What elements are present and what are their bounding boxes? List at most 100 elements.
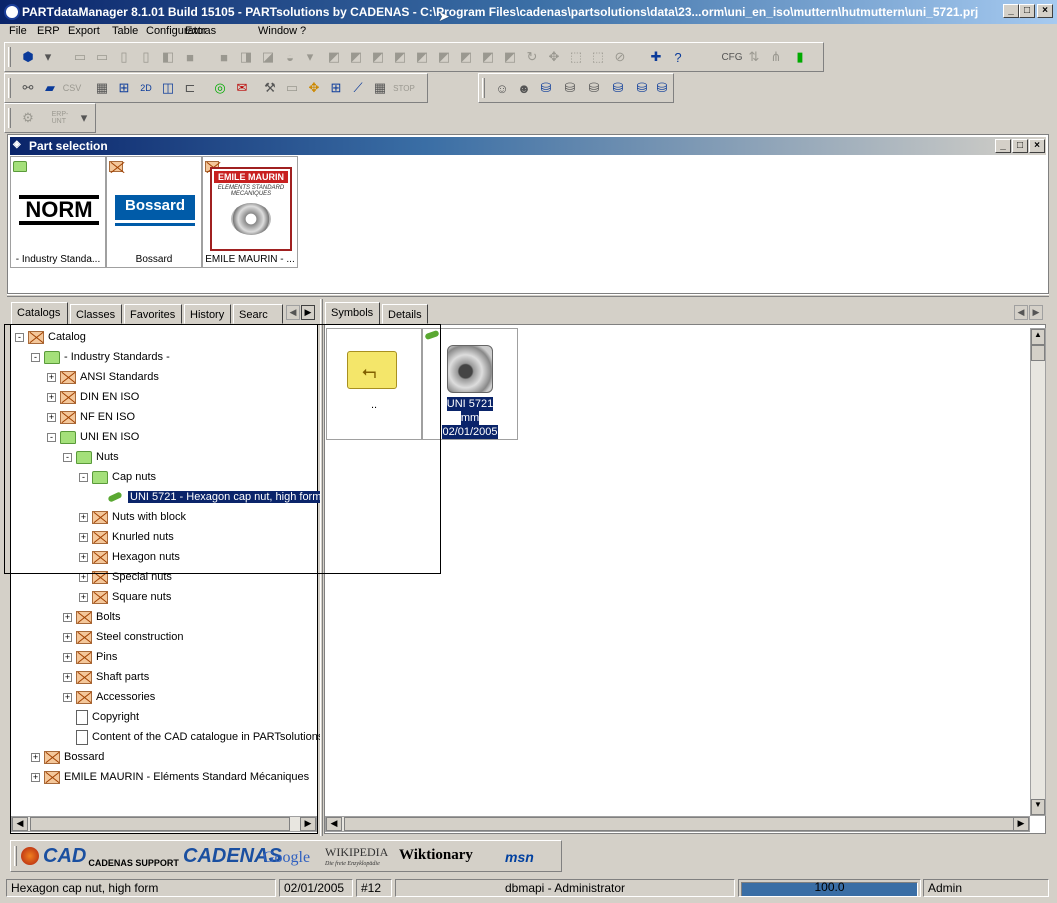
tab-history[interactable]: History [184,304,231,324]
tree-item[interactable]: + Bolts [63,607,120,627]
tree-item[interactable]: - Catalog [15,327,86,347]
view-top-icon[interactable]: ◧ [157,47,179,67]
iso-view-2-icon[interactable]: ◩ [345,47,367,67]
scroll-down-icon[interactable]: ▼ [1031,799,1045,815]
view-bottom-icon[interactable]: ■ [179,47,201,67]
symbols-vertical-scrollbar[interactable]: ▲ ▼ [1030,328,1046,816]
horizontal-splitter[interactable] [7,294,1049,297]
menu-view[interactable]: Table [112,25,138,37]
rotate-icon[interactable]: ↻ [521,47,543,67]
iso-view-9-icon[interactable]: ◩ [499,47,521,67]
expand-icon[interactable]: + [79,512,88,522]
symbol-folder-up[interactable]: ⮢ .. [326,328,422,440]
tree-item[interactable]: + Pins [63,647,117,667]
database-edit-icon[interactable]: ⛁ [607,78,629,98]
tree-item[interactable]: + Square nuts [79,587,171,607]
toolbar-grip[interactable] [14,846,17,866]
toolbar-grip[interactable] [8,78,11,98]
expand-icon[interactable]: + [63,672,72,682]
close-button[interactable]: × [1037,4,1053,18]
hierarchy-icon[interactable]: ⊏ [179,78,201,98]
tab-favorites[interactable]: Favorites [124,304,182,324]
collapse-icon[interactable]: - [15,332,24,342]
expand-icon[interactable]: + [79,532,88,542]
zoom-reset-icon[interactable]: ⊘ [609,47,631,67]
tree-item[interactable]: + EMILE MAURIN - Eléments Standard Mécani… [31,767,309,787]
chevron-down-icon[interactable]: ▾ [37,47,59,67]
pan-icon[interactable]: ✥ [543,47,565,67]
google-link[interactable]: Google [263,849,310,867]
shade-mode-icon[interactable]: ◒ [279,47,301,67]
tool-icon[interactable]: ⚒ [259,78,281,98]
database-export-icon[interactable]: ⛁ [631,78,653,98]
database-icon[interactable]: ⛁ [535,78,557,98]
email-icon[interactable]: ✉ [231,78,253,98]
shade-icon[interactable]: ■ [213,47,235,67]
menu-extras[interactable]: Window [258,25,297,37]
part-icon[interactable]: ⬢ [17,47,39,67]
toolbar-grip[interactable] [8,108,11,128]
tree-item[interactable]: + Steel construction [63,627,183,647]
tab-scroll-right-icon[interactable]: ▶ [301,305,315,320]
tree-item[interactable]: - - Industry Standards - [31,347,170,367]
expand-icon[interactable]: + [79,592,88,602]
tree-item[interactable]: Content of the CAD catalogue in PARTsolu… [63,727,323,747]
tree-item[interactable]: - Nuts [63,447,119,467]
iso-view-1-icon[interactable]: ◩ [323,47,345,67]
expand-icon[interactable]: + [47,372,56,382]
collapse-icon[interactable]: - [79,472,88,482]
cadenas-support-icon[interactable] [21,847,39,865]
view-front-icon[interactable]: ▭ [69,47,91,67]
view-icons-icon[interactable]: ▦ [91,78,113,98]
menu-file[interactable]: File [9,25,27,37]
tree-item[interactable]: + Nuts with block [79,507,186,527]
tab-classes[interactable]: Classes [70,304,122,324]
vertical-splitter[interactable] [320,299,323,836]
toolbar-grip[interactable] [8,47,11,67]
measure-icon[interactable]: ⟋ [347,78,369,98]
expand-icon[interactable]: + [63,612,72,622]
tree-icon[interactable]: ⋔ [765,47,787,67]
wire-icon[interactable]: ◨ [235,47,257,67]
panel-close-button[interactable]: × [1029,139,1045,153]
expand-icon[interactable]: + [63,632,72,642]
grid-icon[interactable]: ▦ [369,78,391,98]
minimize-button[interactable]: _ [1003,4,1019,18]
tree-item[interactable]: + Knurled nuts [79,527,174,547]
tree-item[interactable]: + Accessories [63,687,155,707]
tree-item[interactable]: + Shaft parts [63,667,149,687]
iso-view-6-icon[interactable]: ◩ [433,47,455,67]
view-3d-icon[interactable]: ◫ [157,78,179,98]
scroll-right-icon[interactable]: ▶ [1013,817,1029,831]
expand-icon[interactable]: + [79,572,88,582]
collapse-icon[interactable]: - [47,432,56,442]
panel-maximize-button[interactable]: □ [1012,139,1028,153]
tree-item[interactable]: + Bossard [31,747,104,767]
expand-icon[interactable]: + [47,412,56,422]
tab-details[interactable]: Details [382,304,428,324]
erp-unt-label[interactable]: ERP- UNT [49,108,71,128]
users-icon[interactable]: ☺ [491,78,513,98]
chevron-down-icon[interactable]: ▾ [299,47,321,67]
scroll-left-icon[interactable]: ◀ [326,817,342,831]
thumbnail-emile-maurin[interactable]: EMILE MAURIN ELEMENTS STANDARD MECANIQUE… [202,156,298,268]
menu-export[interactable]: Export [68,25,100,37]
table-icon[interactable]: ⊞ [325,78,347,98]
tab-scroll-left-icon[interactable]: ◀ [286,305,300,320]
tree-item[interactable]: UNI 5721 - Hexagon cap nut, high form [95,487,324,507]
tree-item[interactable]: + DIN EN ISO [47,387,139,407]
collapse-icon[interactable]: - [31,352,40,362]
tree-item[interactable]: - UNI EN ISO [47,427,139,447]
chevron-down-icon[interactable]: ▾ [73,108,95,128]
tree-item[interactable]: - Cap nuts [79,467,156,487]
collapse-icon[interactable]: - [63,452,72,462]
right-tab-scroll-left-icon[interactable]: ◀ [1014,305,1028,320]
config-icon[interactable]: ⇅ [743,47,765,67]
keyboard-icon[interactable]: ▭ [281,78,303,98]
csv-icon[interactable]: CSV [61,78,83,98]
thumbnail-bossard[interactable]: Bossard Bossard [106,156,202,268]
menu-erp[interactable]: ERP [37,25,60,37]
iso-view-4-icon[interactable]: ◩ [389,47,411,67]
traffic-light-icon[interactable]: ▮ [789,47,811,67]
tree-item[interactable]: + Special nuts [79,567,172,587]
